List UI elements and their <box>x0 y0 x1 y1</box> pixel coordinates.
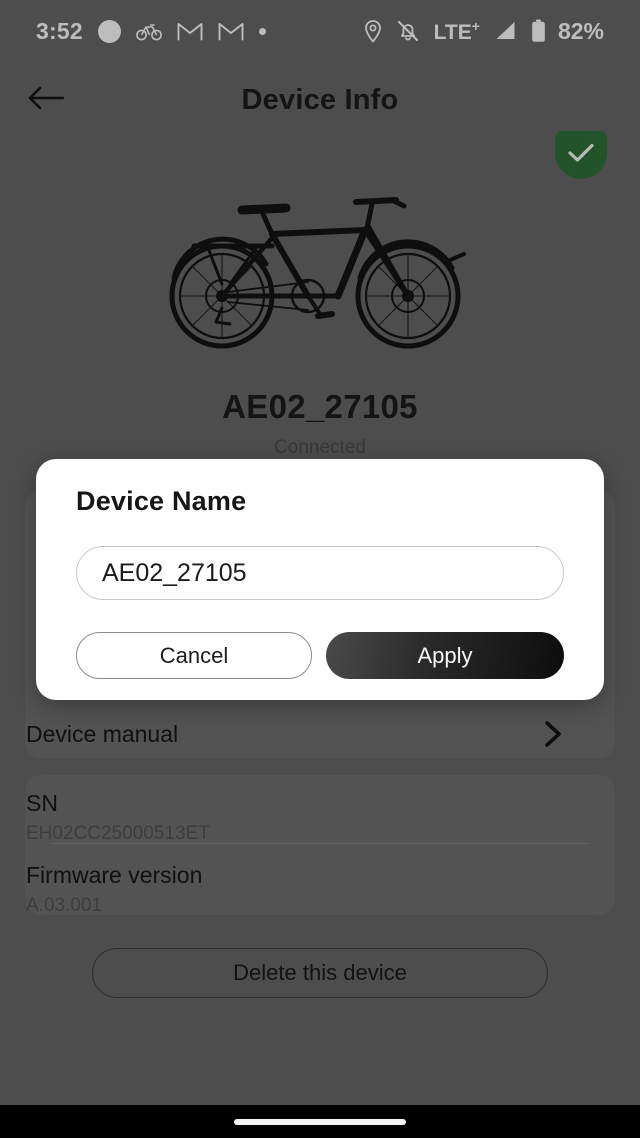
home-indicator-pill[interactable] <box>234 1118 406 1125</box>
system-navigation-bar <box>0 1105 640 1138</box>
cancel-button[interactable]: Cancel <box>76 632 312 679</box>
dialog-title: Device Name <box>76 486 247 516</box>
apply-button[interactable]: Apply <box>326 632 564 679</box>
device-name-dialog: Device Name Cancel Apply <box>36 459 604 700</box>
device-name-input[interactable] <box>76 546 564 600</box>
dialog-actions: Cancel Apply <box>76 632 564 679</box>
phone-screen: 3:52 LTE+ 82% Device Info AE02_27105 Con… <box>0 0 640 1138</box>
